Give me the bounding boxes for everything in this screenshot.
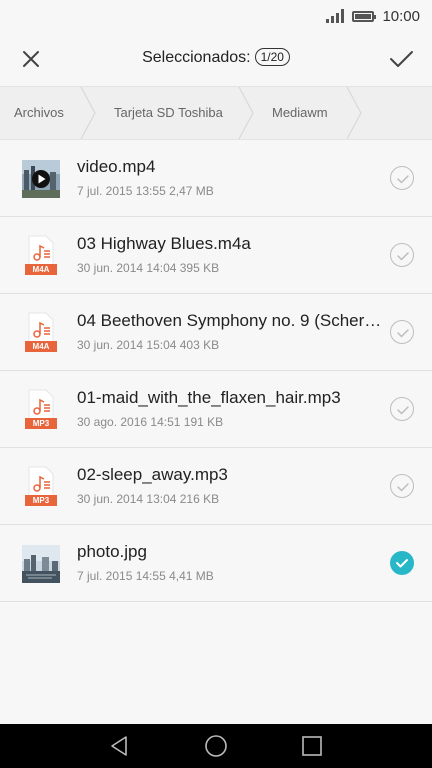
audio-file-icon: MP3 <box>25 389 57 429</box>
list-item[interactable]: M4A 04 Beethoven Symphony no. 9 (Scherzo… <box>0 294 432 371</box>
chevron-right-icon <box>80 87 96 139</box>
file-type-tag: MP3 <box>25 495 57 506</box>
breadcrumb-item-sd-card[interactable]: Tarjeta SD Toshiba <box>114 87 223 139</box>
breadcrumb-item-mediawm[interactable]: Mediawm <box>272 87 328 139</box>
file-meta: 30 jun. 2014 13:04 216 KB <box>77 492 220 506</box>
navigation-bar <box>0 724 432 768</box>
video-thumbnail <box>22 160 60 198</box>
status-icons: 10:00 <box>326 6 420 26</box>
back-icon[interactable] <box>106 732 134 760</box>
checked-circle-icon[interactable] <box>390 551 414 575</box>
audio-file-icon: M4A <box>25 312 57 352</box>
breadcrumb: Archivos Tarjeta SD Toshiba Mediawm <box>0 86 432 140</box>
battery-icon <box>352 10 377 22</box>
unchecked-circle-icon[interactable] <box>390 474 414 498</box>
list-item[interactable]: photo.jpg 7 jul. 2015 14:55 4,41 MB <box>0 525 432 602</box>
file-type-tag: MP3 <box>25 418 57 429</box>
list-item[interactable]: M4A 03 Highway Blues.m4a 30 jun. 2014 14… <box>0 217 432 294</box>
file-name: video.mp4 <box>77 157 156 176</box>
image-thumbnail <box>22 545 60 583</box>
recents-icon[interactable] <box>298 732 326 760</box>
chevron-right-icon <box>238 87 254 139</box>
file-meta: 7 jul. 2015 13:55 2,47 MB <box>77 184 214 198</box>
file-type-tag: M4A <box>25 341 57 352</box>
audio-file-icon: MP3 <box>25 466 57 506</box>
file-meta: 30 jun. 2014 14:04 395 KB <box>77 261 220 275</box>
list-item[interactable]: MP3 01-maid_with_the_flaxen_hair.mp3 30 … <box>0 371 432 448</box>
file-name: 01-maid_with_the_flaxen_hair.mp3 <box>77 388 341 407</box>
audio-file-icon: M4A <box>25 235 57 275</box>
file-list: video.mp4 7 jul. 2015 13:55 2,47 MB M4A … <box>0 140 432 602</box>
file-name: 04 Beethoven Symphony no. 9 (Scherzo... <box>77 311 387 330</box>
file-name: 02-sleep_away.mp3 <box>77 465 228 484</box>
selection-title: Seleccionados: 1/20 <box>0 48 432 67</box>
list-item[interactable]: MP3 02-sleep_away.mp3 30 jun. 2014 13:04… <box>0 448 432 525</box>
breadcrumb-item-archivos[interactable]: Archivos <box>14 87 64 139</box>
list-item[interactable]: video.mp4 7 jul. 2015 13:55 2,47 MB <box>0 140 432 217</box>
unchecked-circle-icon[interactable] <box>390 166 414 190</box>
selection-label: Seleccionados: <box>142 49 251 66</box>
unchecked-circle-icon[interactable] <box>390 320 414 344</box>
unchecked-circle-icon[interactable] <box>390 397 414 421</box>
unchecked-circle-icon[interactable] <box>390 243 414 267</box>
file-meta: 7 jul. 2015 14:55 4,41 MB <box>77 569 214 583</box>
file-name: photo.jpg <box>77 542 147 561</box>
chevron-right-icon <box>346 87 362 139</box>
signal-icon <box>326 9 345 23</box>
check-icon[interactable] <box>386 44 416 74</box>
status-time: 10:00 <box>382 7 420 25</box>
file-meta: 30 jun. 2014 15:04 403 KB <box>77 338 220 352</box>
selection-count-badge: 1/20 <box>254 48 290 66</box>
file-meta: 30 ago. 2016 14:51 191 KB <box>77 415 224 429</box>
home-icon[interactable] <box>202 732 230 760</box>
status-bar: 10:00 <box>0 0 432 32</box>
file-type-tag: M4A <box>25 264 57 275</box>
file-name: 03 Highway Blues.m4a <box>77 234 251 253</box>
action-bar: Seleccionados: 1/20 <box>0 32 432 86</box>
